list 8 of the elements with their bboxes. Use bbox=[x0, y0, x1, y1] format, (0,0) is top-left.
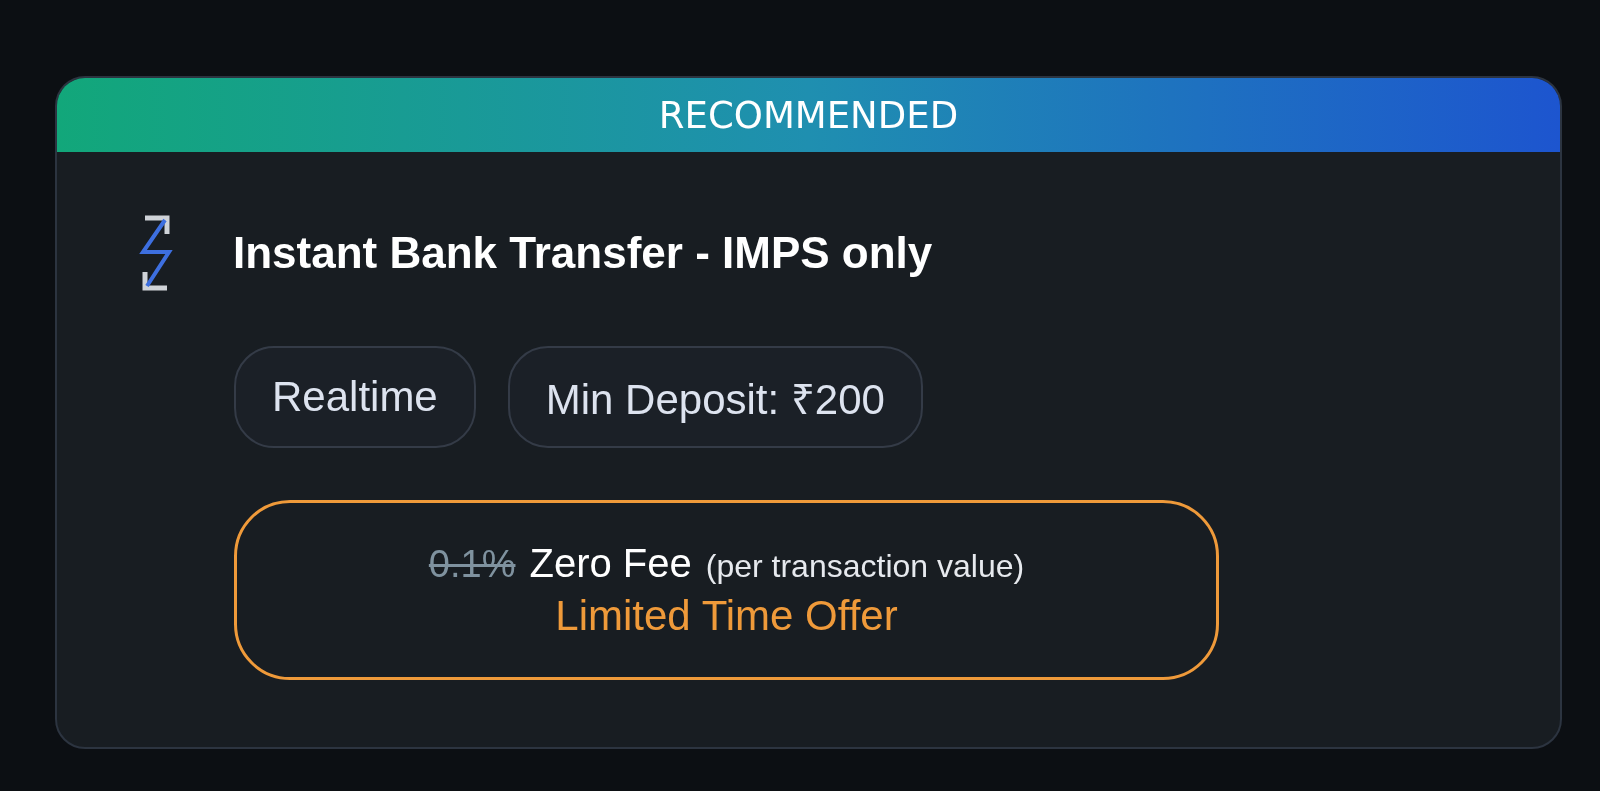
fee-text: Zero Fee bbox=[529, 540, 692, 586]
method-title: Instant Bank Transfer - IMPS only bbox=[233, 228, 933, 278]
info-chip: Min Deposit: ₹200 bbox=[507, 346, 923, 448]
old-fee: 0.1% bbox=[428, 542, 516, 586]
fee-note: (per transaction value) bbox=[705, 547, 1025, 585]
offer-tagline: Limited Time Offer bbox=[555, 591, 898, 640]
info-chip: Realtime bbox=[234, 346, 476, 448]
recommended-banner: RECOMMENDED bbox=[57, 78, 1560, 152]
